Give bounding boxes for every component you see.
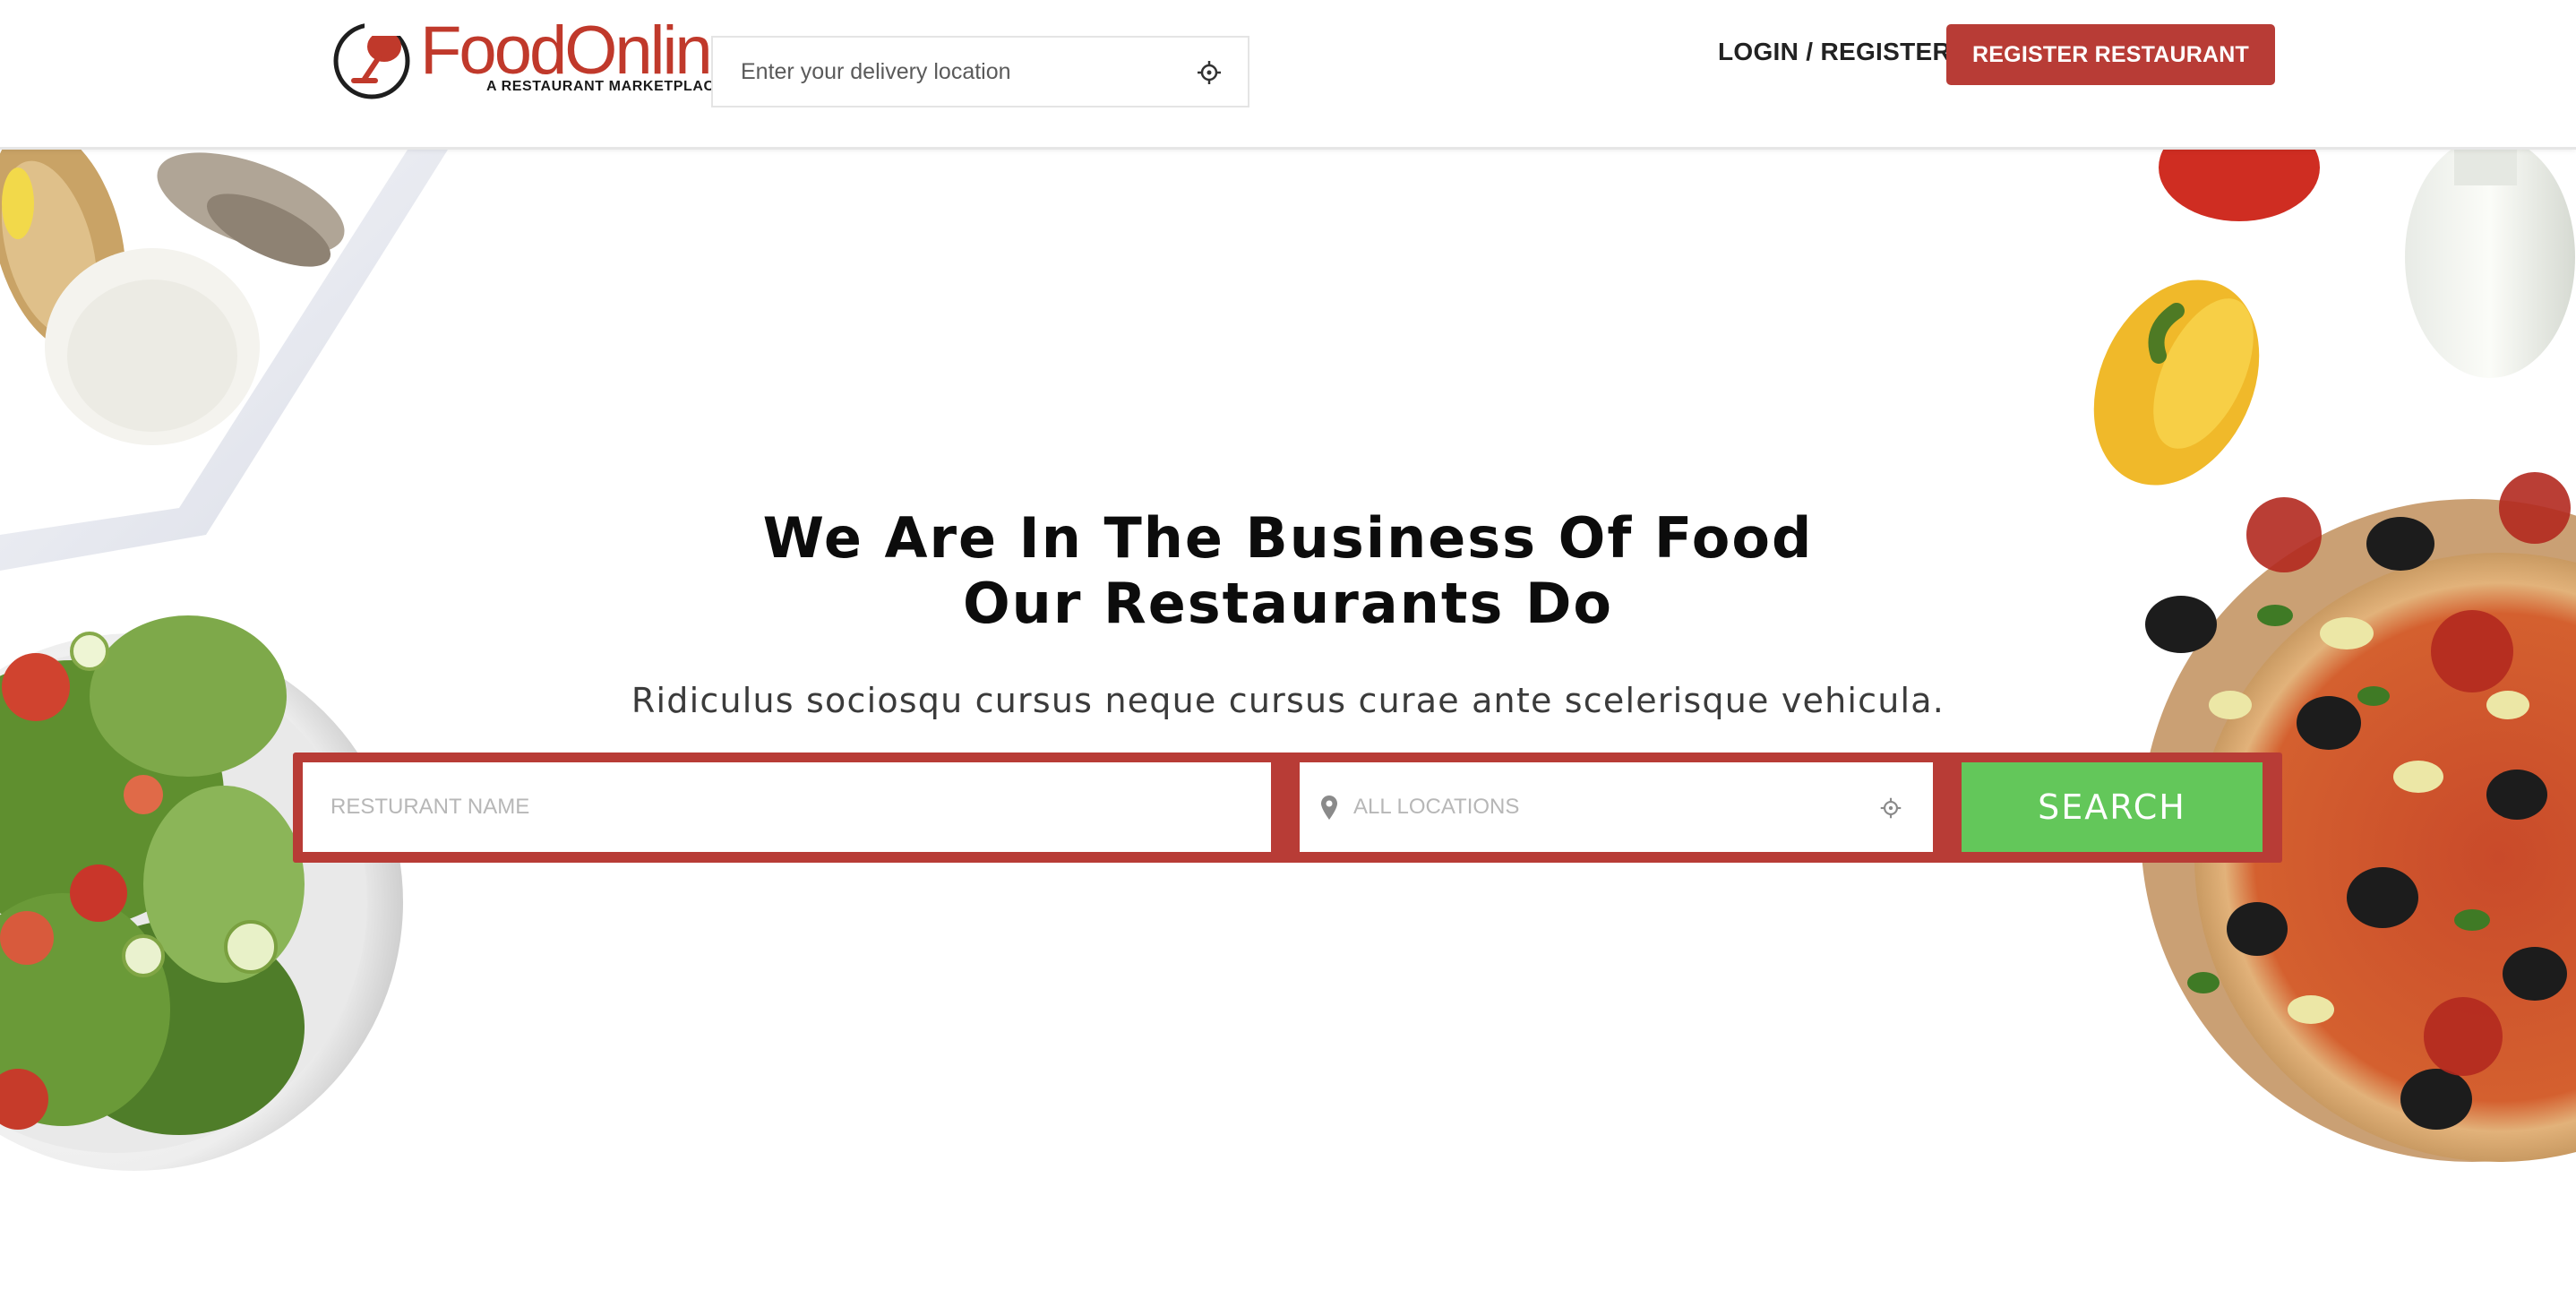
wine-glass-logo-icon [333, 20, 416, 99]
site-logo[interactable]: FoodOnline A RESTAURANT MARKETPLACE [331, 13, 748, 102]
site-header: FoodOnline A RESTAURANT MARKETPLACE LOGI… [0, 0, 2576, 150]
pizza-image [2093, 150, 2576, 1162]
hero-section: We Are In The Business Of Food Our Resta… [0, 150, 2576, 1200]
hero-title-line-2: Our Restaurants Do [962, 571, 1614, 636]
hero-title-line-1: We Are In The Business Of Food [762, 505, 1814, 571]
location-field [1300, 762, 1933, 852]
register-restaurant-button[interactable]: REGISTER RESTAURANT [1946, 24, 2275, 85]
register-link[interactable]: REGISTER [1820, 38, 1951, 65]
restaurant-name-input[interactable] [303, 762, 1271, 852]
search-button[interactable]: SEARCH [1962, 762, 2263, 852]
hero-title: We Are In The Business Of Food Our Resta… [0, 505, 2576, 636]
login-link[interactable]: LOGIN [1718, 38, 1799, 65]
delivery-location-input[interactable] [713, 38, 1179, 106]
location-input[interactable] [1300, 762, 1873, 852]
brand-tagline: A RESTAURANT MARKETPLACE [486, 79, 725, 94]
salad-plate-image [0, 150, 448, 1171]
crosshair-icon[interactable] [1196, 59, 1223, 86]
login-register-nav: LOGIN / REGISTER [1718, 38, 1951, 66]
crosshair-icon[interactable] [1879, 796, 1902, 820]
restaurant-search-bar: SEARCH [293, 752, 2282, 863]
hero-subtitle: Ridiculus sociosqu cursus neque cursus c… [631, 681, 1945, 720]
delivery-location-box [711, 36, 1249, 108]
nav-separator: / [1806, 38, 1814, 65]
